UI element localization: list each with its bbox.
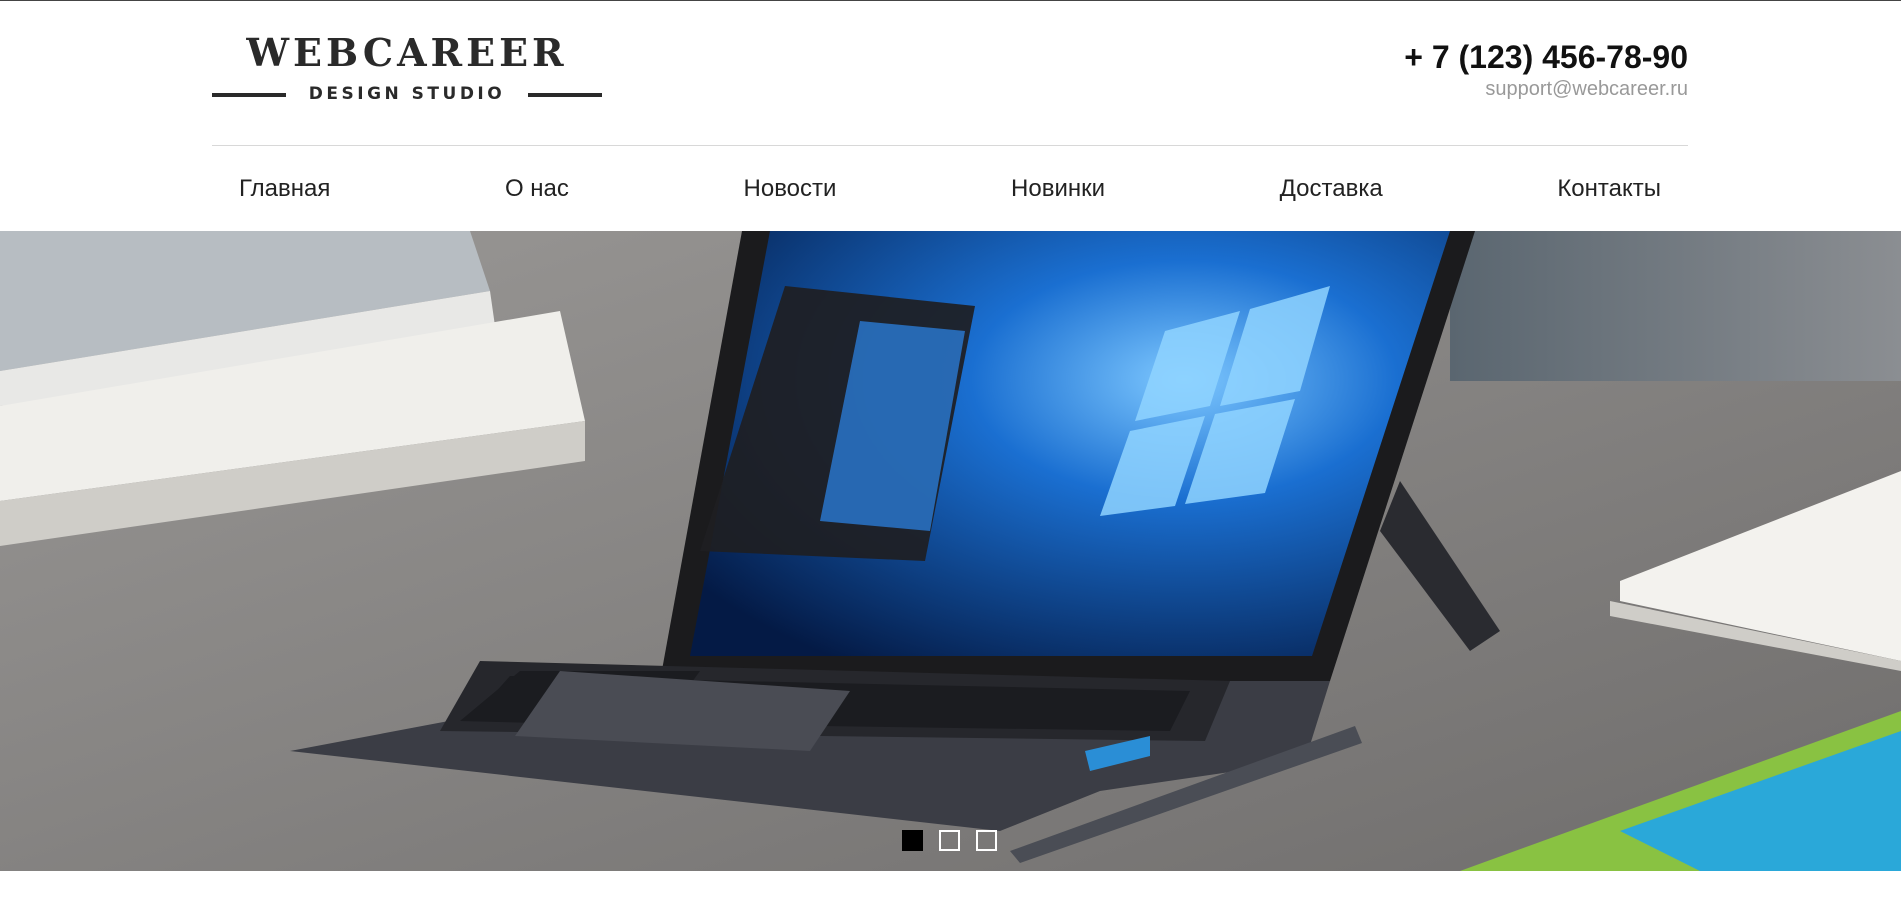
slider-dot-2[interactable] [939,830,960,851]
slider-dots [902,830,997,851]
slider-dot-1[interactable] [902,830,923,851]
email-link[interactable]: support@webcareer.ru [1404,76,1688,102]
nav-item-news[interactable]: Новости [744,175,837,203]
contact-block: + 7 (123) 456-78-90 support@webcareer.ru [1404,38,1688,102]
nav-item-contacts[interactable]: Контакты [1557,175,1661,203]
main-nav: Главная О нас Новости Новинки Доставка К… [212,146,1688,231]
logo-rule-right [528,93,602,97]
site-header: WEBCAREER DESIGN STUDIO + 7 (123) 456-78… [212,0,1688,146]
logo[interactable]: WEBCAREER DESIGN STUDIO [212,30,602,110]
hero-slider[interactable] [0,231,1901,871]
nav-item-new-products[interactable]: Новинки [1011,175,1105,203]
phone-number[interactable]: + 7 (123) 456-78-90 [1404,38,1688,76]
nav-item-about[interactable]: О нас [505,175,569,203]
slide-image [0,231,1901,871]
logo-subtitle-row: DESIGN STUDIO [212,82,602,106]
logo-title: WEBCAREER [246,30,568,75]
logo-rule-left [212,93,286,97]
logo-subtitle: DESIGN STUDIO [308,84,506,104]
nav-item-home[interactable]: Главная [239,175,330,203]
slider-dot-3[interactable] [976,830,997,851]
nav-item-delivery[interactable]: Доставка [1280,175,1383,203]
